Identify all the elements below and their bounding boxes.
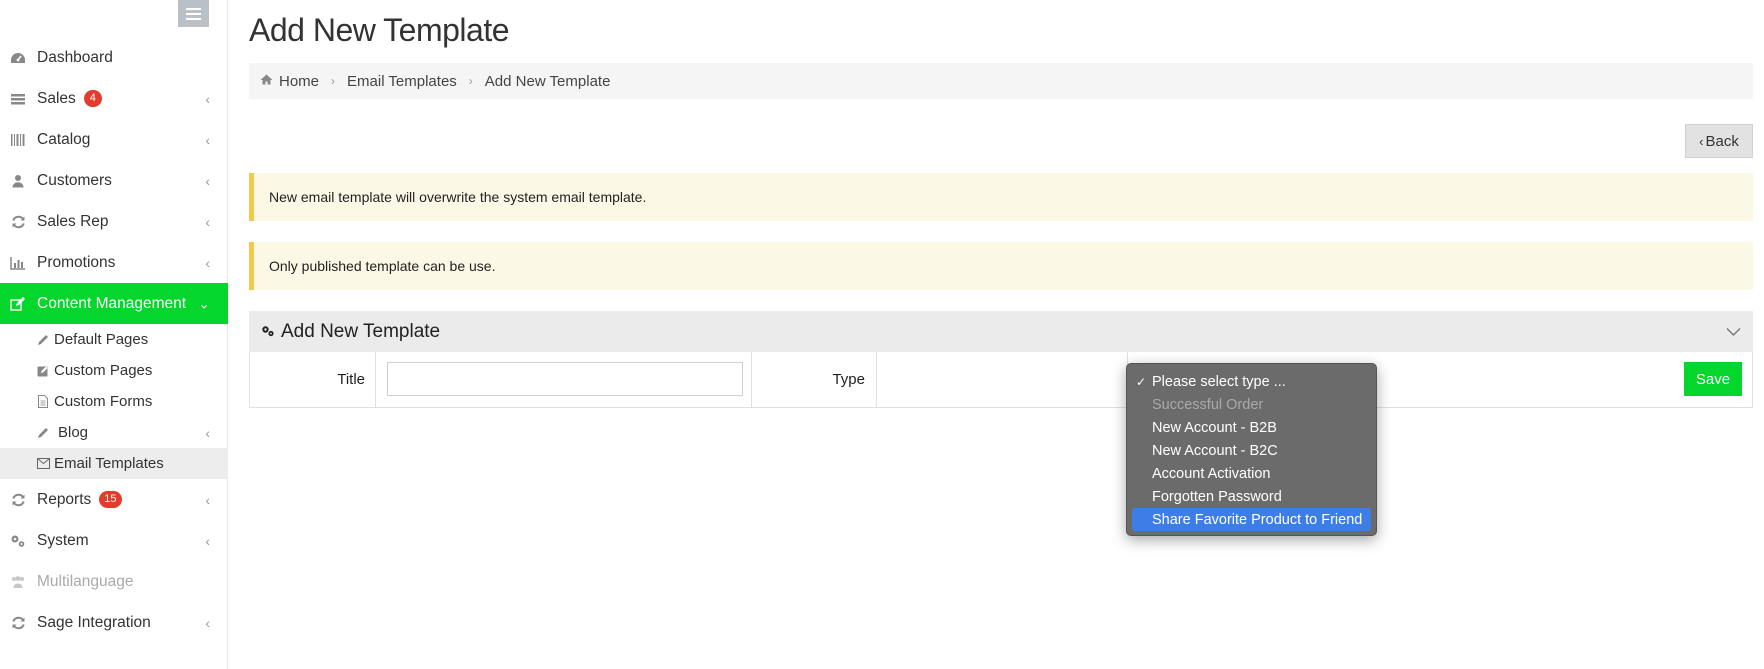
sidebar: Dashboard Sales 4 ‹ Catalog ‹ Customers … (0, 0, 228, 669)
chevron-left-icon: ‹ (205, 131, 210, 148)
file-icon (37, 395, 52, 408)
back-button-label: Back (1705, 132, 1739, 150)
overwrite-warning-alert: New email template will overwrite the sy… (249, 173, 1753, 221)
back-button[interactable]: ‹ Back (1685, 124, 1753, 158)
envelope-icon (37, 458, 52, 469)
type-select-dropdown[interactable]: ✓ Please select type ... Successful Orde… (1126, 363, 1377, 536)
page-title: Add New Template (249, 12, 510, 48)
sidebar-item-label: Multilanguage (37, 572, 134, 590)
sidebar-item-customers[interactable]: Customers ‹ (0, 160, 228, 201)
title-input[interactable] (387, 362, 743, 396)
panel-header: Add New Template (249, 311, 1753, 352)
sidebar-subitem-blog[interactable]: Blog ‹ (0, 417, 228, 448)
chevron-left-icon: ‹ (205, 254, 210, 271)
gears-icon (261, 324, 275, 340)
home-icon (260, 74, 273, 88)
panel-body: Title Type Save (249, 352, 1753, 408)
sidebar-item-sales-rep[interactable]: Sales Rep ‹ (0, 201, 228, 242)
refresh-icon (9, 214, 27, 230)
chevron-left-icon: ‹ (205, 213, 210, 230)
sidebar-item-label: Dashboard (37, 48, 113, 66)
type-option: Successful Order (1152, 396, 1264, 413)
sidebar-item-label: Content Management (37, 294, 187, 312)
sidebar-subitem-label: Custom Forms (54, 393, 153, 410)
chevron-left-icon: ‹ (205, 532, 210, 549)
sidebar-item-label: System (37, 531, 89, 549)
sidebar-subitem-label: Blog (58, 424, 89, 441)
sales-count-badge: 4 (83, 90, 102, 107)
bar-chart-icon (9, 255, 27, 271)
sidebar-subitem-default-pages[interactable]: Default Pages (0, 324, 228, 355)
sidebar-item-content-management[interactable]: Content Management ⌄ (0, 283, 228, 324)
chevron-left-icon: ‹ (1699, 133, 1704, 149)
type-label: Type (752, 352, 877, 407)
chevron-left-icon: ‹ (205, 491, 210, 508)
sidebar-item-sales[interactable]: Sales 4 ‹ (0, 78, 228, 119)
sidebar-item-catalog[interactable]: Catalog ‹ (0, 119, 228, 160)
sidebar-subitem-label: Custom Pages (54, 362, 153, 379)
breadcrumb-current: Add New Template (484, 72, 611, 90)
published-warning-alert: Only published template can be use. (249, 242, 1753, 290)
type-option[interactable]: New Account - B2B (1132, 416, 1371, 439)
sales-icon (9, 91, 27, 107)
sidebar-item-sage-integration[interactable]: Sage Integration ‹ (0, 602, 228, 643)
refresh-icon (9, 492, 27, 508)
sidebar-item-label: Sales (37, 89, 76, 107)
checkmark-icon: ✓ (1136, 374, 1147, 389)
chevron-right-icon: › (468, 74, 473, 88)
sidebar-item-dashboard[interactable]: Dashboard (0, 37, 228, 78)
title-label: Title (250, 352, 376, 407)
gears-icon (9, 533, 27, 549)
catalog-icon (9, 132, 27, 148)
chevron-down-icon: ⌄ (198, 295, 210, 311)
sidebar-item-promotions[interactable]: Promotions ‹ (0, 242, 228, 283)
content-management-submenu: Default Pages Custom Pages Custom Forms (0, 324, 228, 479)
type-option[interactable]: Forgotten Password (1132, 485, 1371, 508)
edit-icon (9, 296, 27, 312)
sidebar-item-multilanguage[interactable]: Multilanguage (0, 561, 228, 602)
sidebar-item-label: Catalog (37, 130, 91, 148)
save-button[interactable]: Save (1684, 362, 1742, 396)
sidebar-item-label: Customers (37, 171, 112, 189)
user-icon (9, 173, 27, 189)
pencil-icon (37, 427, 52, 439)
sidebar-item-system[interactable]: System ‹ (0, 520, 228, 561)
sidebar-item-label: Reports (37, 490, 92, 508)
type-option[interactable]: Share Favorite Product to Friend (1132, 508, 1371, 531)
alert-text: Only published template can be use. (269, 258, 496, 274)
sidebar-item-label: Promotions (37, 253, 116, 271)
refresh-icon (9, 615, 27, 631)
pencil-icon (37, 334, 52, 346)
sidebar-item-reports[interactable]: Reports 15 ‹ (0, 479, 228, 520)
breadcrumb: Home › Email Templates › Add New Templat… (249, 63, 1753, 99)
sidebar-subitem-custom-forms[interactable]: Custom Forms (0, 386, 228, 417)
panel-title: Add New Template (281, 320, 441, 342)
chevron-left-icon: ‹ (205, 90, 210, 107)
users-icon (9, 574, 27, 590)
alert-text: New email template will overwrite the sy… (269, 189, 647, 205)
type-option[interactable]: ✓ Please select type ... (1132, 370, 1371, 393)
sidebar-toggle-button[interactable] (178, 0, 209, 27)
type-option[interactable]: Account Activation (1132, 462, 1371, 485)
chevron-left-icon: ‹ (205, 172, 210, 189)
breadcrumb-home-link[interactable]: Home (279, 73, 319, 90)
type-option[interactable]: New Account - B2C (1132, 439, 1371, 462)
sidebar-menu: Dashboard Sales 4 ‹ Catalog ‹ Customers … (0, 37, 228, 643)
breadcrumb-email-templates-link[interactable]: Email Templates (347, 73, 457, 90)
sidebar-item-label: Sage Integration (37, 613, 151, 631)
sidebar-subitem-label: Email Templates (54, 455, 164, 472)
sidebar-subitem-label: Default Pages (54, 331, 149, 348)
sidebar-subitem-custom-pages[interactable]: Custom Pages (0, 355, 228, 386)
chevron-left-icon: ‹ (205, 614, 210, 631)
add-template-panel: Add New Template Title Type Save (249, 311, 1753, 408)
chevron-right-icon: › (331, 74, 336, 88)
collapse-chevron-icon[interactable] (1726, 324, 1741, 339)
chevron-left-icon: ‹ (205, 424, 210, 441)
edit-square-icon (37, 365, 52, 377)
hamburger-icon (186, 7, 201, 10)
dashboard-icon (9, 50, 27, 66)
sidebar-subitem-email-templates[interactable]: Email Templates (0, 448, 228, 479)
sidebar-item-label: Sales Rep (37, 212, 109, 230)
reports-count-badge: 15 (99, 491, 122, 508)
